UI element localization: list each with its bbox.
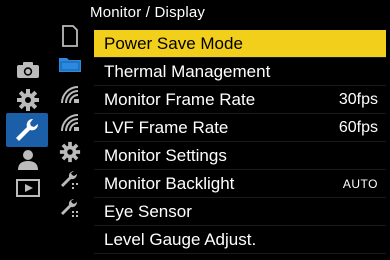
menu-item-label: Monitor Frame Rate bbox=[104, 89, 256, 109]
menu-item-label: Eye Sensor bbox=[104, 201, 192, 221]
subtab-wrench-page[interactable] bbox=[54, 166, 86, 194]
menu-item-level-gauge-adjust[interactable]: Level Gauge Adjust. bbox=[94, 226, 386, 254]
menu-item-label: Thermal Management bbox=[104, 61, 271, 81]
menu-item-eye-sensor[interactable]: Eye Sensor bbox=[94, 198, 386, 226]
subtab-wrench-page-2[interactable] bbox=[54, 194, 86, 222]
menu-item-label: Monitor Backlight bbox=[104, 173, 235, 193]
sub-tab-column bbox=[50, 0, 90, 260]
wrench-page-icon bbox=[59, 169, 81, 191]
tab-photo[interactable] bbox=[8, 56, 48, 84]
menu-item-thermal-management[interactable]: Thermal Management bbox=[94, 58, 386, 86]
menu-item-label: Level Gauge Adjust. bbox=[104, 229, 257, 249]
menu-item-label: LVF Frame Rate bbox=[104, 117, 229, 137]
tab-setup[interactable] bbox=[6, 113, 48, 147]
subtab-wireless[interactable] bbox=[54, 80, 86, 108]
wireless-icon-2 bbox=[59, 112, 81, 132]
playback-icon bbox=[16, 179, 40, 197]
tab-playback[interactable] bbox=[8, 174, 48, 202]
settings-gear-icon bbox=[59, 141, 81, 163]
menu-item-monitor-settings[interactable]: Monitor Settings bbox=[94, 142, 386, 170]
menu-item-monitor-frame-rate[interactable]: Monitor Frame Rate 30fps bbox=[94, 86, 386, 114]
subtab-settings[interactable] bbox=[54, 138, 86, 166]
subtab-card[interactable] bbox=[54, 22, 86, 50]
menu-item-monitor-backlight[interactable]: Monitor Backlight AUTO bbox=[94, 170, 386, 198]
subtab-wireless-2[interactable] bbox=[54, 108, 86, 136]
folder-icon bbox=[58, 55, 82, 73]
gear-icon bbox=[16, 88, 40, 112]
wireless-icon bbox=[59, 84, 81, 104]
tab-custom[interactable] bbox=[8, 86, 48, 114]
wrench-icon bbox=[13, 116, 41, 144]
menu-item-value: 30fps bbox=[338, 90, 378, 108]
menu-item-label: Power Save Mode bbox=[104, 33, 243, 53]
person-icon bbox=[17, 149, 39, 171]
menu-item-value: 60fps bbox=[338, 118, 378, 136]
page-title: Monitor / Display bbox=[90, 4, 206, 21]
menu-item-value: AUTO bbox=[342, 176, 378, 191]
camera-icon bbox=[16, 61, 40, 79]
menu-item-lvf-frame-rate[interactable]: LVF Frame Rate 60fps bbox=[94, 114, 386, 142]
menu-list: Power Save Mode Thermal Management Monit… bbox=[94, 30, 386, 256]
menu-screen: Monitor / Display Power Save Mode Therma… bbox=[0, 0, 390, 260]
subtab-monitor[interactable] bbox=[54, 50, 86, 78]
card-icon bbox=[62, 25, 78, 47]
tab-my-menu[interactable] bbox=[8, 146, 48, 174]
wrench-page-icon-2 bbox=[59, 197, 81, 219]
main-tab-column bbox=[0, 0, 50, 260]
menu-item-power-save-mode[interactable]: Power Save Mode bbox=[94, 30, 386, 58]
menu-item-label: Monitor Settings bbox=[104, 145, 227, 165]
